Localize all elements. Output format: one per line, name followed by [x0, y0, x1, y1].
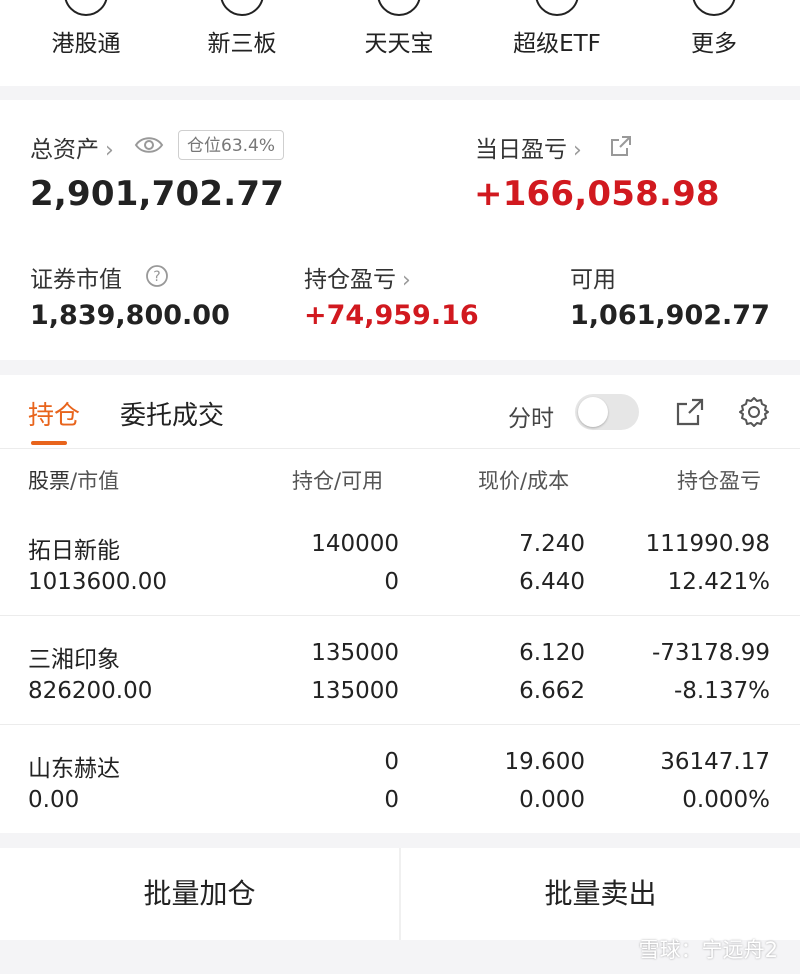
position-qty: 0	[384, 749, 399, 775]
pnl-amount: 111990.98	[645, 531, 770, 557]
share-external-icon[interactable]	[610, 135, 632, 157]
hk-connect-icon	[64, 0, 108, 16]
stock-market-value: 1013600.00	[28, 569, 168, 595]
col-position: 持仓	[292, 469, 334, 493]
stock-name: 拓日新能	[28, 538, 120, 564]
neeq-icon	[220, 0, 264, 16]
nav-neeq[interactable]: 新三板	[162, 0, 322, 86]
quick-nav-bar: 港股通 新三板 天天宝 超级ETF 更多	[0, 0, 800, 86]
more-icon	[692, 0, 736, 16]
market-value: 1,839,800.00	[30, 300, 230, 331]
pnl-amount: 36147.17	[660, 749, 770, 775]
col-market-value: 市值	[77, 469, 120, 493]
asset-summary-card: 总资产 › 仓位63.4% 2,901,702.77 当日盈亏 › +166,058…	[0, 100, 800, 360]
col-header-stock: 股票/市值	[28, 469, 120, 493]
tab-holdings[interactable]: 持仓	[28, 395, 80, 432]
nav-tiantianbao[interactable]: 天天宝	[319, 0, 479, 86]
bottom-action-bar: 批量加仓 批量卖出	[0, 848, 800, 940]
daily-pnl-label: 当日盈亏	[475, 137, 567, 163]
nav-more[interactable]: 更多	[634, 0, 794, 86]
daily-pnl-link[interactable]: 当日盈亏 ›	[475, 130, 582, 164]
available-label-wrap: 可用	[570, 260, 616, 294]
eye-icon[interactable]	[134, 134, 164, 156]
table-row[interactable]: 三湘印象 826200.00 135000 135000 6.120 6.662…	[0, 615, 800, 724]
toggle-knob	[578, 397, 608, 427]
position-ratio-badge: 仓位63.4%	[178, 130, 285, 160]
svg-text:?: ?	[153, 269, 160, 285]
col-header-position: 持仓/可用	[292, 469, 384, 493]
chevron-right-icon: ›	[402, 268, 411, 293]
piggy-bank-icon	[377, 0, 421, 16]
current-price: 19.600	[504, 749, 585, 775]
stock-market-value: 826200.00	[28, 678, 153, 704]
tab-orders-trades[interactable]: 委托成交	[120, 395, 224, 432]
stock-market-value: 0.00	[28, 787, 80, 813]
cost-price: 6.440	[519, 569, 585, 595]
table-row[interactable]: 拓日新能 1013600.00 140000 0 7.240 6.440 111…	[0, 506, 800, 615]
nav-label: 更多	[691, 31, 737, 57]
holdings-panel: 持仓 委托成交 分时 股票/市值 持仓/可用 现价/成本 持仓盈亏 拓日新能 1…	[0, 375, 800, 833]
chevron-right-icon: ›	[573, 138, 582, 163]
batch-sell-button[interactable]: 批量卖出	[401, 848, 800, 940]
position-qty: 135000	[311, 640, 399, 666]
intraday-label: 分时	[508, 406, 554, 432]
pnl-percent: -8.137%	[674, 678, 770, 704]
total-assets-value: 2,901,702.77	[30, 174, 285, 214]
settings-gear-icon[interactable]	[737, 395, 771, 429]
intraday-toggle[interactable]	[575, 394, 639, 430]
stock-name: 三湘印象	[28, 647, 120, 673]
total-assets-link[interactable]: 总资产 ›	[30, 130, 114, 164]
col-stock: 股票	[28, 469, 70, 493]
chevron-right-icon: ›	[105, 138, 114, 163]
current-price: 6.120	[519, 640, 585, 666]
col-header-price: 现价/成本	[478, 469, 570, 493]
market-value-label: 证券市值	[30, 267, 122, 293]
nav-hk-connect[interactable]: 港股通	[6, 0, 166, 86]
available-qty: 0	[384, 569, 399, 595]
nav-label: 天天宝	[364, 31, 434, 57]
available-qty: 135000	[311, 678, 399, 704]
holding-pnl-value: +74,959.16	[304, 300, 479, 331]
col-price: 现价	[478, 469, 520, 493]
daily-pnl-value: +166,058.98	[474, 174, 720, 214]
col-available: 可用	[341, 469, 384, 493]
etf-icon	[535, 0, 579, 16]
holding-pnl-label: 持仓盈亏	[304, 267, 396, 293]
nav-super-etf[interactable]: 超级ETF	[477, 0, 637, 86]
cost-price: 0.000	[519, 787, 585, 813]
available-qty: 0	[384, 787, 399, 813]
watermark: 雪球：宁远舟2	[638, 938, 778, 962]
market-value-label-wrap: 证券市值	[30, 260, 122, 294]
pnl-amount: -73178.99	[651, 640, 770, 666]
available-value: 1,061,902.77	[570, 300, 770, 331]
nav-label: 超级ETF	[513, 31, 601, 57]
pnl-percent: 12.421%	[667, 569, 770, 595]
table-row[interactable]: 山东赫达 0.00 0 0 19.600 0.000 36147.17 0.00…	[0, 724, 800, 833]
help-icon[interactable]: ?	[145, 264, 169, 288]
nav-label: 港股通	[51, 31, 121, 57]
nav-label: 新三板	[207, 31, 277, 57]
holding-pnl-link[interactable]: 持仓盈亏 ›	[304, 260, 411, 294]
batch-add-button[interactable]: 批量加仓	[0, 848, 399, 940]
col-header-pnl: 持仓盈亏	[677, 469, 761, 493]
stock-name: 山东赫达	[28, 756, 120, 782]
cost-price: 6.662	[519, 678, 585, 704]
position-qty: 140000	[311, 531, 399, 557]
share-external-icon[interactable]	[675, 397, 705, 427]
col-cost: 成本	[527, 469, 570, 493]
available-label: 可用	[570, 267, 616, 293]
current-price: 7.240	[519, 531, 585, 557]
divider	[0, 448, 800, 449]
total-assets-label: 总资产	[30, 137, 99, 163]
pnl-percent: 0.000%	[682, 787, 770, 813]
active-tab-indicator	[31, 441, 67, 445]
